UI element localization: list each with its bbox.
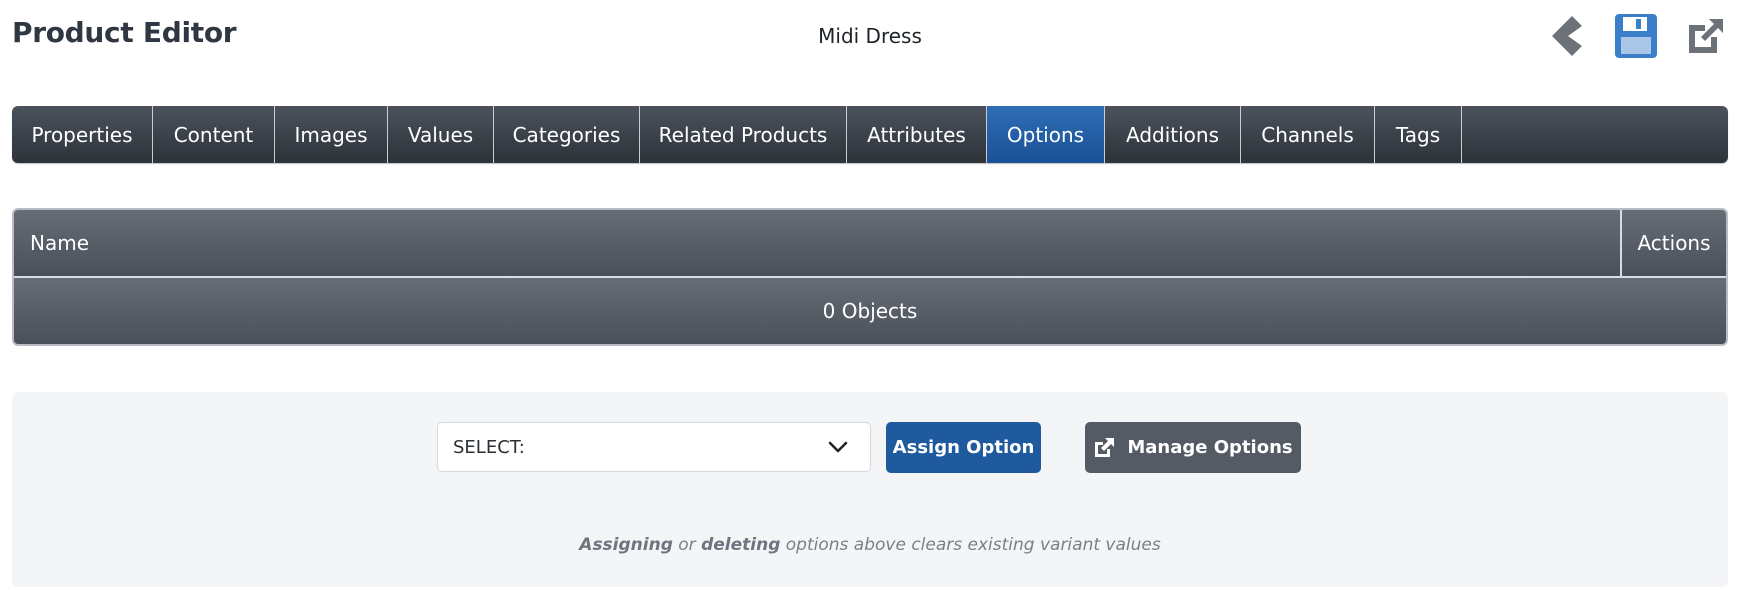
tab-images[interactable]: Images (275, 106, 388, 163)
option-select-value: SELECT: (453, 436, 525, 458)
tab-tags[interactable]: Tags (1375, 106, 1462, 163)
manage-options-button[interactable]: Manage Options (1085, 422, 1301, 473)
column-header-name[interactable]: Name (14, 210, 1620, 276)
grid-footer-count: 0 Objects (14, 278, 1726, 344)
assign-option-panel: SELECT: Assign Option Manage Options Ass… (12, 392, 1728, 587)
tab-attributes[interactable]: Attributes (847, 106, 987, 163)
option-select[interactable]: SELECT: (437, 422, 871, 472)
tab-additions[interactable]: Additions (1105, 106, 1241, 163)
open-external-button[interactable] (1682, 12, 1730, 60)
tab-bar: Properties Content Images Values Categor… (12, 106, 1728, 163)
tab-options[interactable]: Options (987, 106, 1105, 163)
assign-option-button[interactable]: Assign Option (886, 422, 1041, 473)
hint-text-or: or (672, 535, 702, 555)
save-icon (1615, 14, 1657, 58)
grid-header: Name Actions (14, 210, 1726, 278)
hint-text-rest: options above clears existing variant va… (780, 535, 1161, 555)
tab-related-products[interactable]: Related Products (640, 106, 847, 163)
tab-properties[interactable]: Properties (12, 106, 153, 163)
back-button[interactable] (1542, 12, 1590, 60)
chevron-down-icon (828, 441, 848, 453)
hint-emphasis-deleting: deleting (701, 535, 781, 555)
chevron-left-icon (1552, 16, 1582, 56)
tab-values[interactable]: Values (388, 106, 494, 163)
tab-content[interactable]: Content (153, 106, 275, 163)
header-actions (1542, 12, 1730, 60)
options-grid: Name Actions 0 Objects (12, 208, 1728, 346)
tab-categories[interactable]: Categories (494, 106, 640, 163)
manage-options-label: Manage Options (1127, 437, 1293, 458)
external-link-icon (1095, 437, 1115, 457)
hint-emphasis-assigning: Assigning (579, 535, 673, 555)
external-link-icon (1689, 19, 1723, 53)
save-button[interactable] (1612, 12, 1660, 60)
tab-channels[interactable]: Channels (1241, 106, 1375, 163)
product-name: Midi Dress (818, 24, 922, 48)
column-header-actions: Actions (1620, 210, 1726, 276)
hint-text: Assigning or deleting options above clea… (12, 535, 1728, 555)
